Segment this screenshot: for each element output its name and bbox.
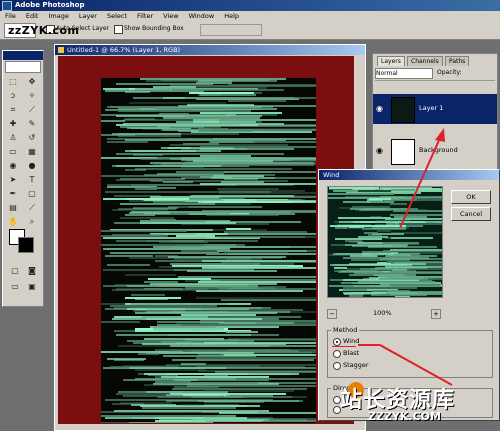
arrow-head-1 <box>435 128 445 142</box>
watermark-english: ZZZYK.COM <box>368 410 441 423</box>
watermark: 站长资源库 ZZZYK.COM <box>318 380 498 430</box>
arrow-line-3 <box>379 344 453 386</box>
annotation-arrows <box>358 128 453 386</box>
arrow-line-1 <box>399 137 441 229</box>
